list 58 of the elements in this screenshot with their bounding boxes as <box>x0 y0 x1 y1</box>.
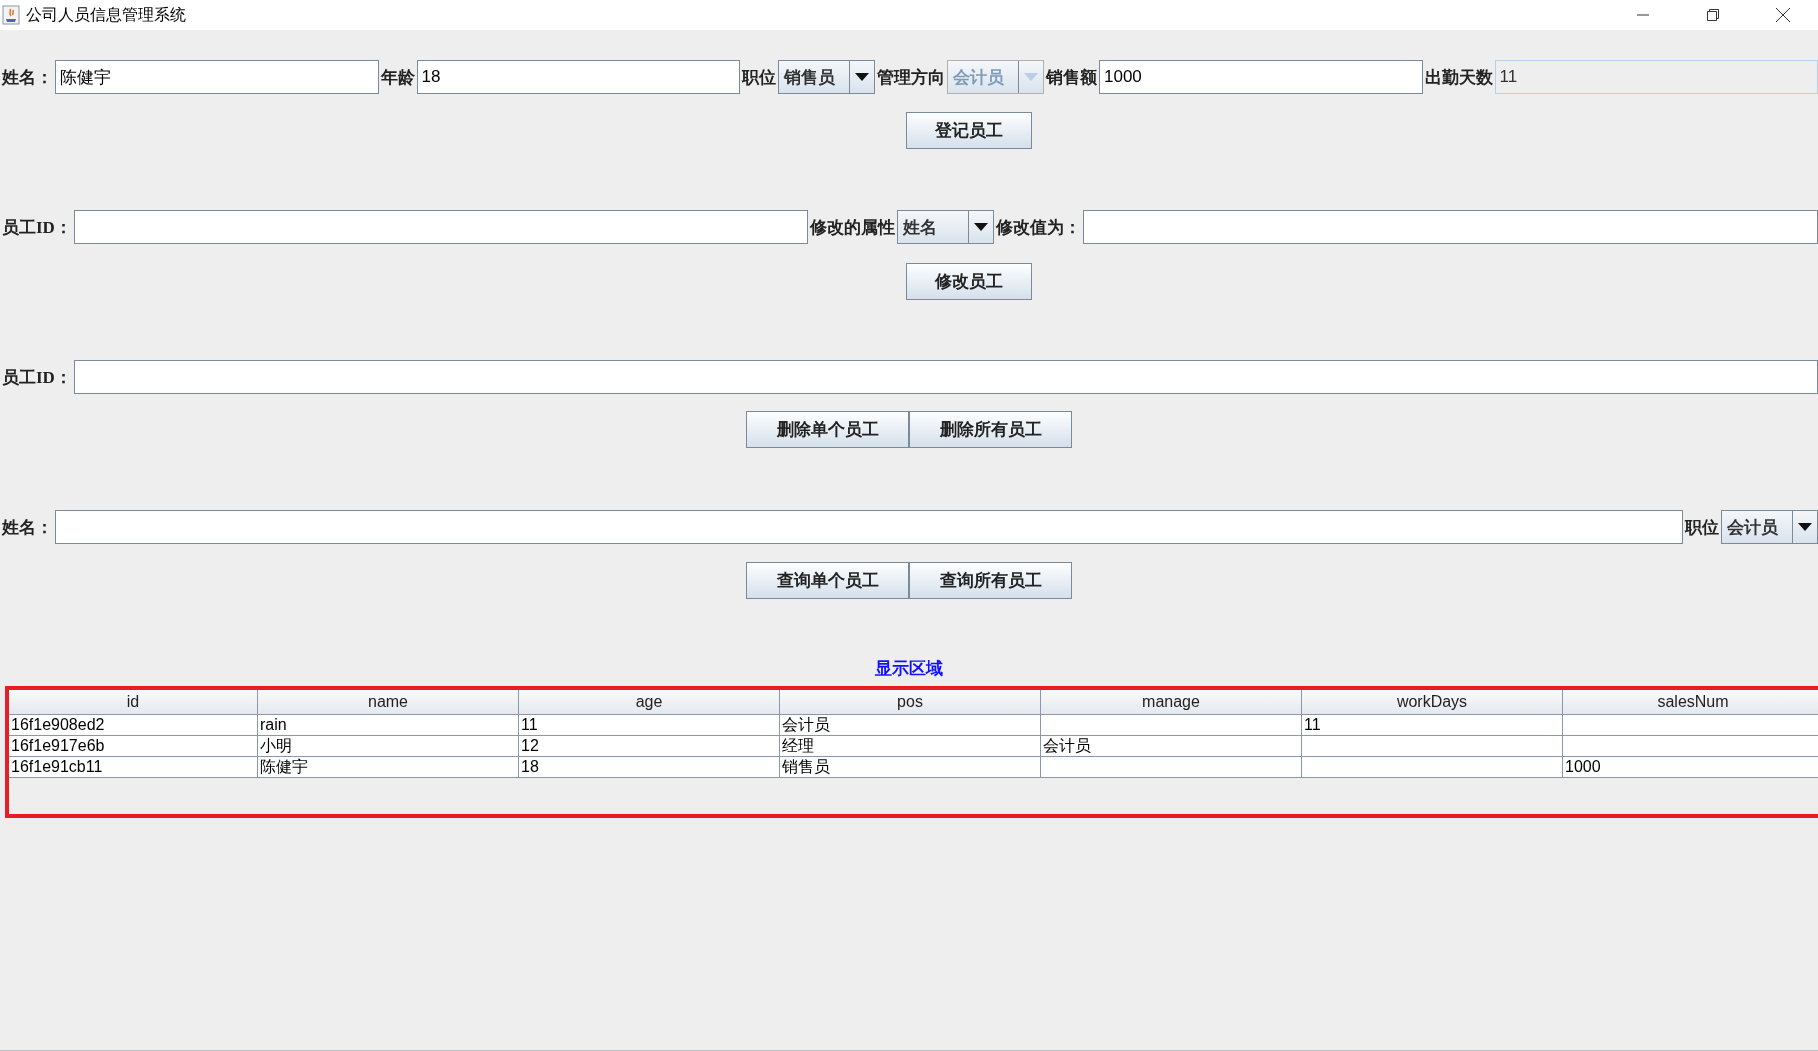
table-cell: 12 <box>519 736 780 757</box>
column-header[interactable]: age <box>519 690 780 715</box>
action-button[interactable]: 登记员工 <box>906 112 1032 149</box>
input-field[interactable]: 1000 <box>1099 60 1423 94</box>
input-field[interactable]: 陈健宇 <box>55 60 379 94</box>
table-cell: 会计员 <box>780 715 1041 736</box>
field-label: 职位 <box>1683 516 1720 539</box>
table-cell: 小明 <box>258 736 519 757</box>
column-header[interactable]: manage <box>1041 690 1302 715</box>
column-header[interactable]: id <box>9 690 258 715</box>
field-label: 职位 <box>740 66 777 89</box>
action-button[interactable]: 修改员工 <box>906 263 1032 300</box>
action-button[interactable]: 删除单个员工 <box>746 411 909 448</box>
action-button[interactable]: 删除所有员工 <box>909 411 1072 448</box>
table-cell: 16f1e91cb11 <box>9 757 258 778</box>
table-cell: 11 <box>1302 715 1563 736</box>
table-cell: 陈健宇 <box>258 757 519 778</box>
field-label: 销售额 <box>1044 66 1098 89</box>
table-cell: 11 <box>519 715 780 736</box>
close-icon <box>1775 7 1791 23</box>
table-cell: 16f1e908ed2 <box>9 715 258 736</box>
table-cell: 经理 <box>780 736 1041 757</box>
input-field[interactable] <box>1083 210 1818 244</box>
action-button[interactable]: 查询单个员工 <box>746 562 909 599</box>
field-label: 员工ID： <box>1 366 73 389</box>
caret-icon <box>1798 523 1812 531</box>
section-title: 显示区域 <box>874 658 944 680</box>
caret-icon <box>974 223 989 231</box>
table-cell: 1000 <box>1563 757 1818 778</box>
field-label: 员工ID： <box>1 216 73 239</box>
column-header[interactable]: name <box>258 690 519 715</box>
table-cell: 销售员 <box>780 757 1041 778</box>
combo-box[interactable]: 销售员 <box>778 60 875 94</box>
caret-icon <box>1024 73 1038 81</box>
field-label: 修改的属性 <box>809 216 897 239</box>
input-field[interactable] <box>55 510 1683 544</box>
window-title: 公司人员信息管理系统 <box>26 4 187 26</box>
field-label: 年龄 <box>379 66 416 89</box>
field-label: 修改值为： <box>995 216 1083 239</box>
action-button[interactable]: 查询所有员工 <box>909 562 1072 599</box>
field-label: 姓名： <box>0 516 54 539</box>
table-cell: rain <box>258 715 519 736</box>
caret-icon <box>855 73 869 81</box>
input-field[interactable] <box>73 360 1818 394</box>
combo-box[interactable]: 姓名 <box>897 210 995 244</box>
column-header[interactable]: salesNum <box>1563 690 1818 715</box>
field-label: 管理方向 <box>876 66 946 89</box>
column-header[interactable]: pos <box>780 690 1041 715</box>
column-header[interactable]: workDays <box>1302 690 1563 715</box>
table-cell: 会计员 <box>1041 736 1302 757</box>
input-field[interactable] <box>73 210 809 244</box>
field-label: 出勤天数 <box>1423 66 1494 89</box>
combo-box[interactable]: 会计员 <box>1721 510 1818 544</box>
restore-icon <box>1706 8 1720 22</box>
table-cell: 18 <box>519 757 780 778</box>
table-cell: 16f1e917e6b <box>9 736 258 757</box>
field-label: 姓名： <box>0 66 54 89</box>
input-field[interactable]: 18 <box>416 60 740 94</box>
